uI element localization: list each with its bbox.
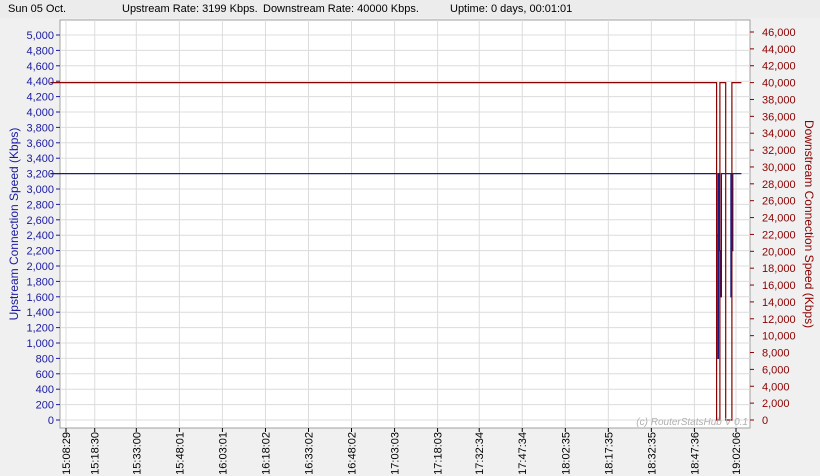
x-tick-label: 18:47:36 [689, 432, 701, 475]
right-tick-label: 8,000 [762, 348, 790, 360]
right-tick-label: 34,000 [762, 128, 796, 140]
left-tick-label: 2,000 [26, 261, 54, 273]
right-tick-label: 42,000 [762, 61, 796, 73]
x-tick-label: 17:03:03 [390, 432, 402, 475]
status-upstream-rate: Upstream Rate: 3199 Kbps. [122, 3, 258, 15]
x-tick-label: 18:32:35 [646, 432, 658, 475]
left-tick-label: 4,400 [26, 76, 54, 88]
right-tick-label: 38,000 [762, 94, 796, 106]
left-tick-label: 1,600 [26, 292, 54, 304]
right-tick-label: 18,000 [762, 263, 796, 275]
right-tick-label: 14,000 [762, 297, 796, 309]
left-tick-label: 1,400 [26, 307, 54, 319]
right-tick-label: 26,000 [762, 196, 796, 208]
left-tick-label: 3,000 [26, 184, 54, 196]
x-tick-label: 18:02:35 [560, 432, 572, 475]
right-tick-label: 4,000 [762, 381, 790, 393]
x-tick-label: 17:32:34 [474, 432, 486, 475]
left-tick-label: 3,200 [26, 169, 54, 181]
left-tick-label: 600 [36, 369, 54, 381]
x-tick-label: 18:17:35 [603, 432, 615, 475]
x-tick-label: 15:48:01 [174, 432, 186, 475]
left-tick-label: 4,600 [26, 61, 54, 73]
left-tick-label: 200 [36, 400, 54, 412]
x-tick-label: 16:03:01 [217, 432, 229, 475]
right-axis-title: Downstream Connection Speed (Kbps) [802, 120, 816, 328]
left-tick-label: 5,000 [26, 30, 54, 42]
right-tick-label: 12,000 [762, 314, 796, 326]
left-tick-label: 3,400 [26, 153, 54, 165]
left-axis-title: Upstream Connection Speed (Kbps) [7, 128, 21, 321]
left-tick-label: 3,600 [26, 138, 54, 150]
x-tick-label: 16:18:02 [260, 432, 272, 475]
left-tick-label: 1,200 [26, 323, 54, 335]
left-tick-label: 3,800 [26, 122, 54, 134]
x-tick-label: 15:08:29 [61, 432, 73, 475]
watermark: (c) RouterStatsHub V 0.1 [636, 417, 748, 428]
right-tick-label: 40,000 [762, 78, 796, 90]
status-date: Sun 05 Oct. [8, 3, 67, 15]
status-uptime: Uptime: 0 days, 00:01:01 [450, 3, 573, 15]
right-tick-label: 22,000 [762, 229, 796, 241]
left-tick-label: 4,000 [26, 107, 54, 119]
right-tick-label: 24,000 [762, 213, 796, 225]
status-bar: Sun 05 Oct. Upstream Rate: 3199 Kbps. Do… [0, 0, 820, 19]
x-tick-label: 17:18:03 [433, 432, 445, 475]
right-tick-label: 20,000 [762, 246, 796, 258]
right-tick-label: 30,000 [762, 162, 796, 174]
left-tick-label: 2,400 [26, 230, 54, 242]
right-tick-label: 46,000 [762, 27, 796, 39]
left-tick-label: 1,800 [26, 276, 54, 288]
right-tick-label: 28,000 [762, 179, 796, 191]
left-tick-label: 4,800 [26, 45, 54, 57]
left-tick-label: 2,800 [26, 199, 54, 211]
status-downstream-rate: Downstream Rate: 40000 Kbps. [263, 3, 419, 15]
x-tick-label: 16:48:02 [347, 432, 359, 475]
right-tick-label: 0 [762, 415, 768, 427]
right-tick-label: 44,000 [762, 44, 796, 56]
right-tick-label: 32,000 [762, 145, 796, 157]
left-tick-label: 2,200 [26, 246, 54, 258]
connection-speed-chart: 0 200 400 600 800 1,000 1,200 1,400 1,600 1,800 2,… [0, 18, 820, 476]
left-tick-label: 0 [48, 415, 54, 427]
x-tick-label: 15:33:00 [131, 432, 143, 475]
x-tick-label: 19:02:06 [731, 432, 743, 475]
left-tick-label: 400 [36, 384, 54, 396]
right-tick-label: 10,000 [762, 331, 796, 343]
x-tick-label: 16:33:02 [303, 432, 315, 475]
right-tick-label: 16,000 [762, 280, 796, 292]
right-tick-label: 6,000 [762, 364, 790, 376]
x-tick-label: 15:18:30 [90, 432, 102, 475]
right-tick-label: 36,000 [762, 111, 796, 123]
right-tick-label: 2,000 [762, 398, 790, 410]
left-tick-label: 1,000 [26, 338, 54, 350]
left-tick-label: 4,200 [26, 92, 54, 104]
left-tick-label: 2,600 [26, 215, 54, 227]
x-tick-label: 17:47:34 [517, 432, 529, 475]
left-tick-label: 800 [36, 353, 54, 365]
